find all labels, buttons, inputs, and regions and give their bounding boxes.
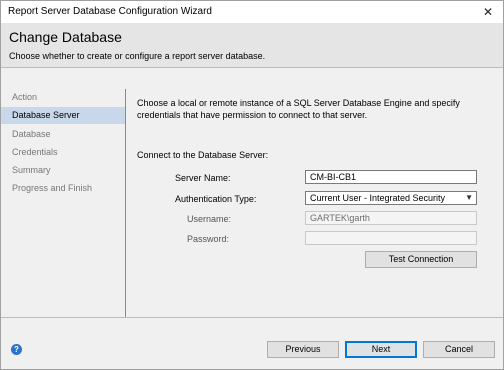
close-icon[interactable]: ✕ bbox=[479, 3, 497, 21]
server-name-input[interactable]: CM-BI-CB1 bbox=[305, 170, 477, 184]
section-label: Connect to the Database Server: bbox=[137, 150, 269, 160]
sidebar-item-action[interactable]: Action bbox=[1, 89, 125, 106]
test-connection-button[interactable]: Test Connection bbox=[365, 251, 477, 268]
sidebar-item-database-server[interactable]: Database Server bbox=[1, 107, 125, 124]
sidebar-item-summary[interactable]: Summary bbox=[1, 162, 125, 179]
previous-button[interactable]: Previous bbox=[267, 341, 339, 358]
footer-divider bbox=[1, 317, 503, 318]
sidebar-item-database[interactable]: Database bbox=[1, 126, 125, 143]
page-subtitle: Choose whether to create or configure a … bbox=[9, 51, 266, 61]
server-name-label: Server Name: bbox=[175, 173, 231, 183]
wizard-window: Report Server Database Configuration Wiz… bbox=[0, 0, 504, 370]
sidebar-item-progress-and-finish[interactable]: Progress and Finish bbox=[1, 180, 125, 197]
auth-type-value: Current User - Integrated Security bbox=[310, 193, 446, 203]
sidebar-item-credentials[interactable]: Credentials bbox=[1, 144, 125, 161]
page-title: Change Database bbox=[9, 29, 122, 45]
password-input[interactable] bbox=[305, 231, 477, 245]
password-label: Password: bbox=[187, 234, 230, 244]
next-button[interactable]: Next bbox=[345, 341, 417, 358]
auth-type-select[interactable]: Current User - Integrated Security ▼ bbox=[305, 191, 477, 205]
chevron-down-icon: ▼ bbox=[465, 193, 473, 202]
cancel-button[interactable]: Cancel bbox=[423, 341, 495, 358]
help-icon[interactable]: ? bbox=[11, 344, 22, 355]
wizard-header: Change Database Choose whether to create… bbox=[1, 23, 503, 68]
wizard-steps-sidebar: Action Database Server Database Credenti… bbox=[1, 89, 126, 317]
username-label: Username: bbox=[187, 214, 232, 224]
title-bar: Report Server Database Configuration Wiz… bbox=[1, 1, 503, 23]
window-title: Report Server Database Configuration Wiz… bbox=[8, 6, 212, 17]
step-description: Choose a local or remote instance of a S… bbox=[137, 98, 460, 120]
username-input[interactable]: GARTEK\garth bbox=[305, 211, 477, 225]
auth-type-label: Authentication Type: bbox=[175, 194, 257, 204]
